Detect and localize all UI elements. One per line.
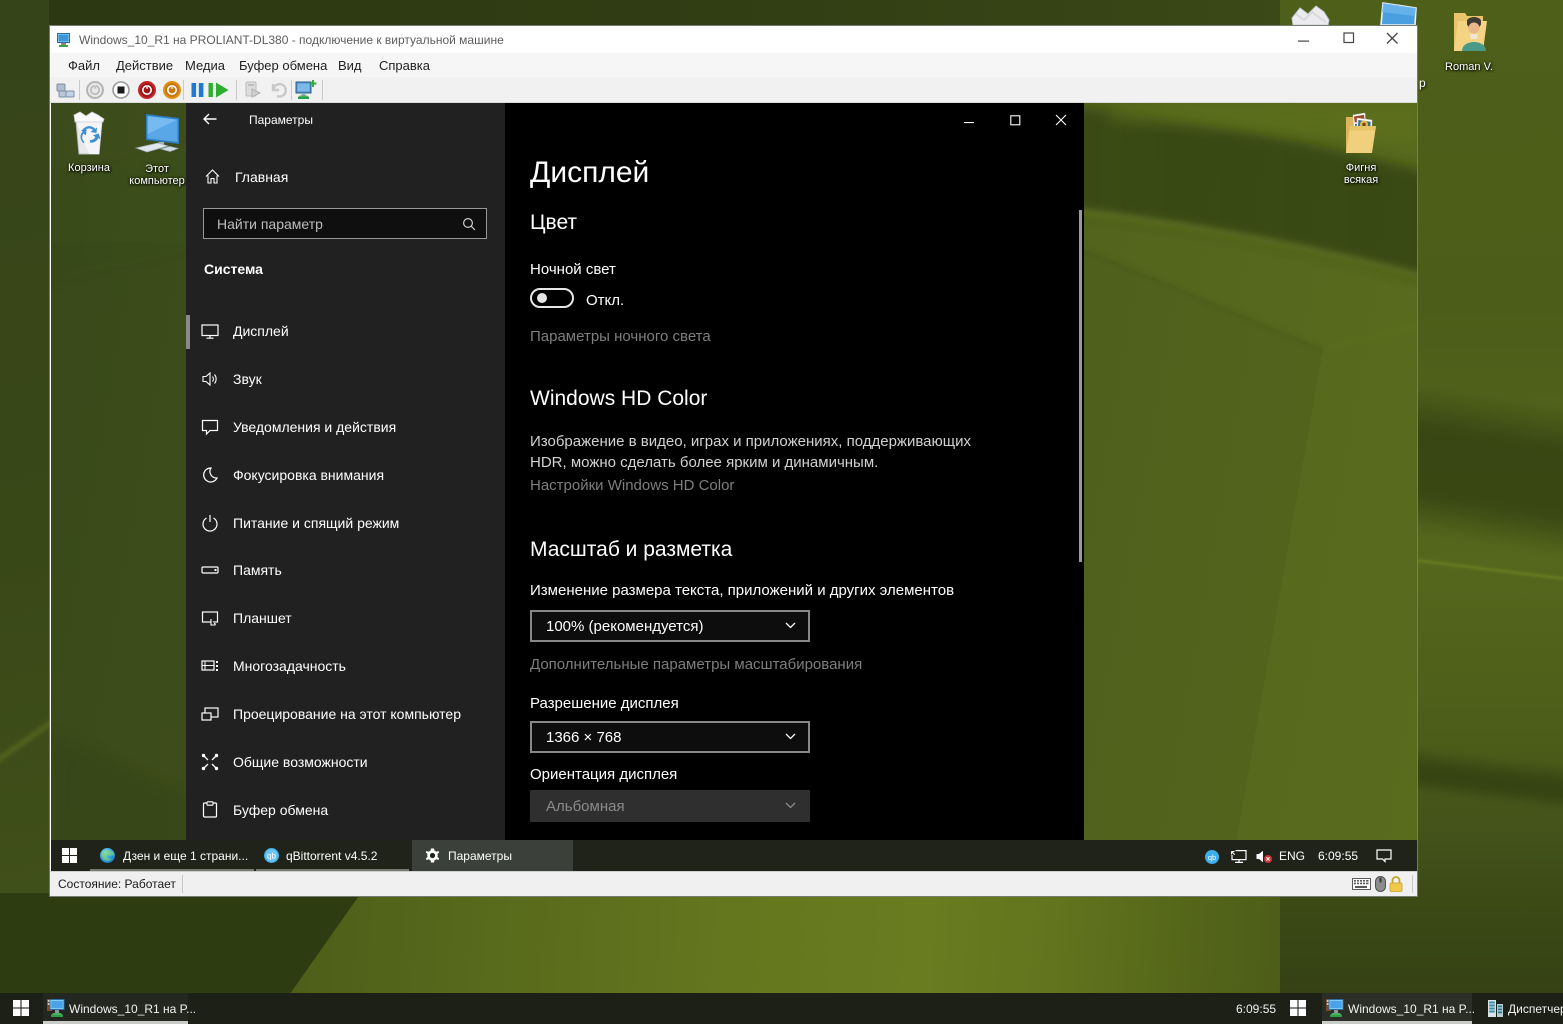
svg-text:qb: qb [267,852,276,861]
svg-text:qb: qb [1208,853,1216,862]
